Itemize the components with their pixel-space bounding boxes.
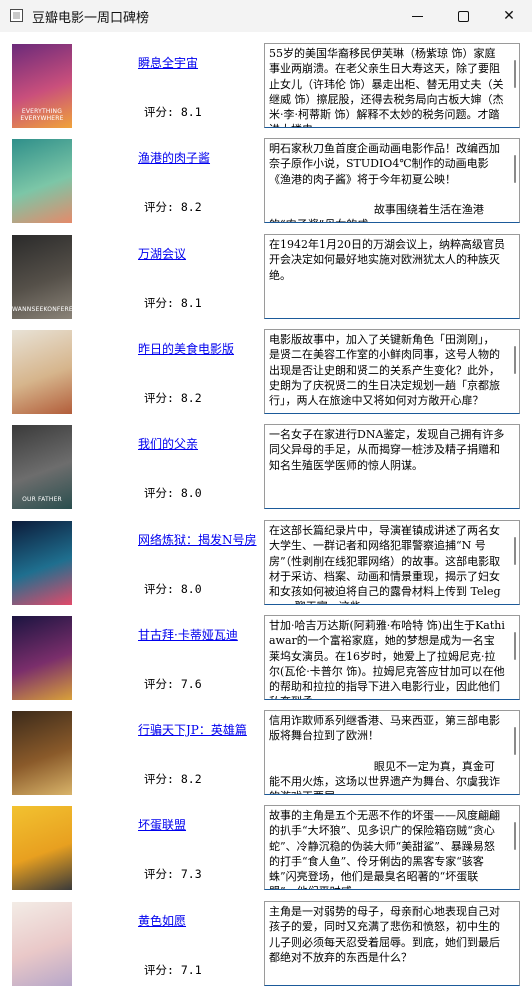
movie-row: WANNSEEKONFERENZ 万湖会议评分: 8.1 在1942年1月20日的万… — [0, 223, 532, 319]
summary-scrollbar[interactable] — [514, 632, 516, 660]
app-icon — [10, 9, 23, 22]
rating-label: 评分: 8.2 — [144, 200, 202, 214]
summary-text: 信用诈欺师系列继香港、马来西亚，第三部电影版将舞台拉到了欧洲！ 眼见不一定为真，… — [269, 714, 500, 794]
movie-row: 行骗天下JP：英雄篇评分: 8.2 信用诈欺师系列继香港、马来西亚，第三部电影版将… — [0, 699, 532, 795]
close-icon: ✕ — [503, 8, 515, 24]
rating-label: 评分: 8.2 — [144, 772, 202, 786]
summary-text: 一名女子在家进行DNA鉴定，发现自己拥有许多同父异母的手足，从而揭穿一桩涉及精子… — [269, 428, 505, 472]
maximize-button[interactable] — [440, 0, 486, 32]
movie-poster — [12, 330, 72, 414]
summary-scrollbar[interactable] — [514, 537, 516, 565]
poster-caption: EVERYTHING EVERYWHERE — [20, 108, 64, 122]
summary-textbox[interactable]: 故事的主角是五个无恶不作的坏蛋——风度翩翩的扒手“大坏狼”、见多识广的保险箱窃贼… — [264, 805, 520, 890]
movie-row: 黄色如愿评分: 7.1 主角是一对弱势的母子，母亲耐心地表现自己对孩子的爱，同时又… — [0, 890, 532, 986]
summary-text: 电影版故事中，加入了关键新角色「田渕刚」，是贤二在美容工作室的小鲜肉同事，这号人… — [269, 333, 500, 408]
movie-title-link[interactable]: 瞬息全宇宙 — [138, 54, 198, 71]
movie-title-link[interactable]: 我们的父亲 — [138, 435, 198, 452]
movie-poster — [12, 139, 72, 223]
poster-image — [12, 330, 72, 414]
movie-title-link[interactable]: 坏蛋联盟 — [138, 816, 186, 833]
movie-list[interactable]: EVERYTHING EVERYWHERE 瞬息全宇宙评分: 8.1 55岁的美国华… — [0, 32, 532, 1002]
movie-poster — [12, 616, 72, 700]
movie-poster: EVERYTHING EVERYWHERE — [12, 44, 72, 128]
summary-textbox[interactable]: 55岁的美国华裔移民伊芙琳（杨紫琼 饰）家庭事业两崩溃。在老父亲生日大寿这天，除… — [264, 43, 520, 128]
rating-label: 评分: 8.1 — [144, 296, 202, 310]
poster-caption: OUR FATHER — [22, 496, 62, 503]
rating-label: 评分: 7.6 — [144, 677, 202, 691]
poster-image — [12, 139, 72, 223]
poster-image — [12, 806, 72, 890]
summary-scrollbar[interactable] — [514, 346, 516, 374]
summary-text: 在这部长篇纪录片中，导演崔镇成讲述了两名女大学生、一群记者和网络犯罪警察追捕“N… — [269, 524, 501, 604]
summary-text: 明石家秋刀鱼首度企画动画电影作品！改编西加奈子原作小说，STUDIO4℃制作的动… — [269, 142, 500, 222]
movie-title-link[interactable]: 万湖会议 — [138, 245, 186, 262]
summary-text: 主角是一对弱势的母子，母亲耐心地表现自己对孩子的爱，同时又充满了悲伤和愤怒，初中… — [269, 905, 500, 964]
summary-textbox[interactable]: 主角是一对弱势的母子，母亲耐心地表现自己对孩子的爱，同时又充满了悲伤和愤怒，初中… — [264, 901, 520, 986]
rating-label: 评分: 7.1 — [144, 963, 202, 977]
minimize-button[interactable] — [394, 0, 440, 32]
maximize-icon — [457, 10, 469, 22]
movie-poster — [12, 806, 72, 890]
rating-label: 评分: 7.3 — [144, 867, 202, 881]
movie-poster — [12, 902, 72, 986]
summary-text: 甘加·哈吉万达斯(阿莉雅·布哈特 饰)出生于Kathiawar的一个富裕家庭，她… — [269, 619, 505, 699]
summary-textbox[interactable]: 电影版故事中，加入了关键新角色「田渕刚」，是贤二在美容工作室的小鲜肉同事，这号人… — [264, 329, 520, 414]
rating-label: 评分: 8.0 — [144, 486, 202, 500]
movie-row: 网络炼狱：揭发N号房评分: 8.0 在这部长篇纪录片中，导演崔镇成讲述了两名女大学… — [0, 509, 532, 605]
summary-text: 55岁的美国华裔移民伊芙琳（杨紫琼 饰）家庭事业两崩溃。在老父亲生日大寿这天，除… — [269, 47, 504, 127]
movie-row: 甘古拜·卡蒂娅瓦迪评分: 7.6 甘加·哈吉万达斯(阿莉雅·布哈特 饰)出生于Ka… — [0, 604, 532, 700]
summary-text: 在1942年1月20日的万湖会议上，纳粹高级官员开会决定如何最好地实施对欧洲犹太… — [269, 238, 505, 282]
movie-poster — [12, 521, 72, 605]
poster-image — [12, 902, 72, 986]
movie-title-link[interactable]: 昨日的美食电影版 — [138, 340, 234, 357]
movie-row: OUR FATHER 我们的父亲评分: 8.0 一名女子在家进行DNA鉴定，发现自己… — [0, 413, 532, 509]
movie-poster: WANNSEEKONFERENZ — [12, 235, 72, 319]
summary-textbox[interactable]: 一名女子在家进行DNA鉴定，发现自己拥有许多同父异母的手足，从而揭穿一桩涉及精子… — [264, 424, 520, 509]
poster-caption: WANNSEEKONFERENZ — [12, 306, 72, 313]
close-button[interactable]: ✕ — [486, 0, 532, 32]
movie-title-link[interactable]: 甘古拜·卡蒂娅瓦迪 — [138, 626, 238, 643]
movie-poster — [12, 711, 72, 795]
title-bar[interactable]: 豆瓣电影一周口碑榜 ✕ — [0, 0, 532, 32]
rating-label: 评分: 8.2 — [144, 391, 202, 405]
movie-title-link[interactable]: 行骗天下JP：英雄篇 — [138, 721, 247, 738]
summary-textbox[interactable]: 明石家秋刀鱼首度企画动画电影作品！改编西加奈子原作小说，STUDIO4℃制作的动… — [264, 138, 520, 223]
movie-title-link[interactable]: 网络炼狱：揭发N号房 — [138, 531, 257, 548]
rating-label: 评分: 8.0 — [144, 582, 202, 596]
poster-image — [12, 616, 72, 700]
rating-label: 评分: 8.1 — [144, 105, 202, 119]
summary-scrollbar[interactable] — [514, 60, 516, 88]
window-title: 豆瓣电影一周口碑榜 — [32, 11, 150, 26]
summary-textbox[interactable]: 在这部长篇纪录片中，导演崔镇成讲述了两名女大学生、一群记者和网络犯罪警察追捕“N… — [264, 520, 520, 605]
minimize-icon — [411, 15, 423, 17]
poster-image — [12, 711, 72, 795]
movie-title-link[interactable]: 黄色如愿 — [138, 912, 186, 929]
movie-title-link[interactable]: 渔港的肉子酱 — [138, 149, 210, 166]
movie-row: 昨日的美食电影版评分: 8.2 电影版故事中，加入了关键新角色「田渕刚」，是贤二在… — [0, 318, 532, 414]
summary-text: 故事的主角是五个无恶不作的坏蛋——风度翩翩的扒手“大坏狼”、见多识广的保险箱窃贼… — [269, 809, 500, 889]
summary-scrollbar[interactable] — [514, 822, 516, 850]
summary-textbox[interactable]: 甘加·哈吉万达斯(阿莉雅·布哈特 饰)出生于Kathiawar的一个富裕家庭，她… — [264, 615, 520, 700]
summary-scrollbar[interactable] — [514, 727, 516, 755]
summary-textbox[interactable]: 信用诈欺师系列继香港、马来西亚，第三部电影版将舞台拉到了欧洲！ 眼见不一定为真，… — [264, 710, 520, 795]
summary-scrollbar[interactable] — [514, 155, 516, 183]
movie-row: 渔港的肉子酱 评分: 8.2 明石家秋刀鱼首度企画动画电影作品！改编西加奈子原作小说… — [0, 127, 532, 223]
poster-image — [12, 521, 72, 605]
summary-textbox[interactable]: 在1942年1月20日的万湖会议上，纳粹高级官员开会决定如何最好地实施对欧洲犹太… — [264, 234, 520, 319]
movie-row: EVERYTHING EVERYWHERE 瞬息全宇宙评分: 8.1 55岁的美国华… — [0, 32, 532, 128]
movie-row: 坏蛋联盟评分: 7.3 故事的主角是五个无恶不作的坏蛋——风度翩翩的扒手“大坏狼”… — [0, 794, 532, 890]
movie-poster: OUR FATHER — [12, 425, 72, 509]
